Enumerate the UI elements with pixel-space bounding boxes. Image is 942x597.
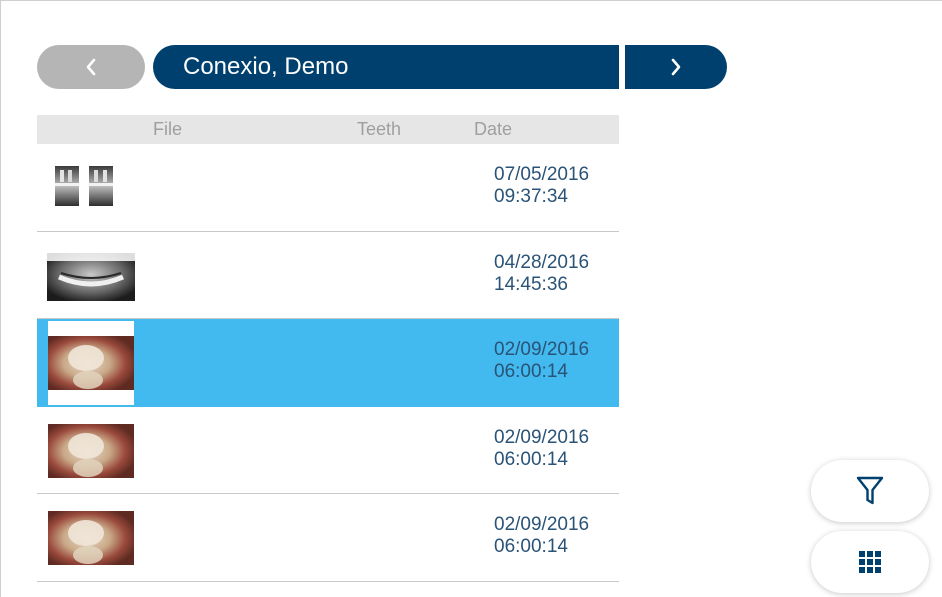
file-row[interactable]: 07/05/2016 09:37:34 bbox=[37, 144, 619, 232]
file-date: 07/05/2016 09:37:34 bbox=[494, 164, 589, 208]
chevron-right-icon bbox=[671, 58, 681, 76]
intraoral-photo-thumbnail bbox=[48, 321, 134, 405]
file-date-day: 02/09/2016 bbox=[494, 339, 590, 360]
file-date-time: 06:00:14 bbox=[494, 361, 568, 382]
file-row[interactable]: 02/09/2016 06:00:14 bbox=[37, 319, 619, 407]
panoramic-xray-thumbnail bbox=[47, 252, 135, 301]
file-date-day: 04/28/2016 bbox=[494, 251, 590, 273]
grid-view-button[interactable] bbox=[811, 531, 929, 593]
file-date-day: 07/05/2016 bbox=[494, 164, 590, 185]
patient-file-browser: Conexio, Demo File Teeth Date 07/05/2016… bbox=[0, 0, 942, 597]
filter-icon bbox=[856, 476, 884, 505]
column-header-teeth[interactable]: Teeth bbox=[357, 119, 401, 140]
next-patient-button[interactable] bbox=[625, 45, 727, 89]
previous-patient-button[interactable] bbox=[37, 45, 145, 89]
grid-icon bbox=[859, 551, 881, 573]
file-row[interactable]: 04/28/2016 14:45:36 bbox=[37, 232, 619, 319]
file-list: 07/05/2016 09:37:34 04/28/2016 14:45:36 02/0… bbox=[37, 144, 619, 582]
file-date: 04/28/2016 14:45:36 bbox=[494, 252, 589, 296]
intraoral-photo-thumbnail bbox=[48, 423, 134, 478]
column-header-file[interactable]: File bbox=[153, 119, 182, 140]
file-table-header: File Teeth Date bbox=[37, 115, 619, 144]
chevron-left-icon bbox=[86, 58, 96, 76]
file-date-time: 06:00:14 bbox=[494, 448, 568, 470]
intraoral-photo-thumbnail bbox=[48, 511, 134, 565]
file-date-time: 14:45:36 bbox=[494, 273, 568, 295]
file-date-day: 02/09/2016 bbox=[494, 426, 590, 448]
file-date-time: 09:37:34 bbox=[494, 186, 568, 207]
column-header-date[interactable]: Date bbox=[474, 119, 512, 140]
file-row[interactable]: 02/09/2016 06:00:14 bbox=[37, 407, 619, 494]
file-date: 02/09/2016 06:00:14 bbox=[494, 339, 589, 383]
filter-button[interactable] bbox=[811, 460, 929, 522]
patient-name-title: Conexio, Demo bbox=[153, 45, 619, 89]
file-date-day: 02/09/2016 bbox=[494, 514, 590, 535]
file-date-time: 06:00:14 bbox=[494, 536, 568, 557]
bitewing-xray-thumbnail bbox=[51, 164, 117, 208]
file-row[interactable]: 02/09/2016 06:00:14 bbox=[37, 494, 619, 582]
file-date: 02/09/2016 06:00:14 bbox=[494, 427, 589, 471]
file-date: 02/09/2016 06:00:14 bbox=[494, 514, 589, 558]
